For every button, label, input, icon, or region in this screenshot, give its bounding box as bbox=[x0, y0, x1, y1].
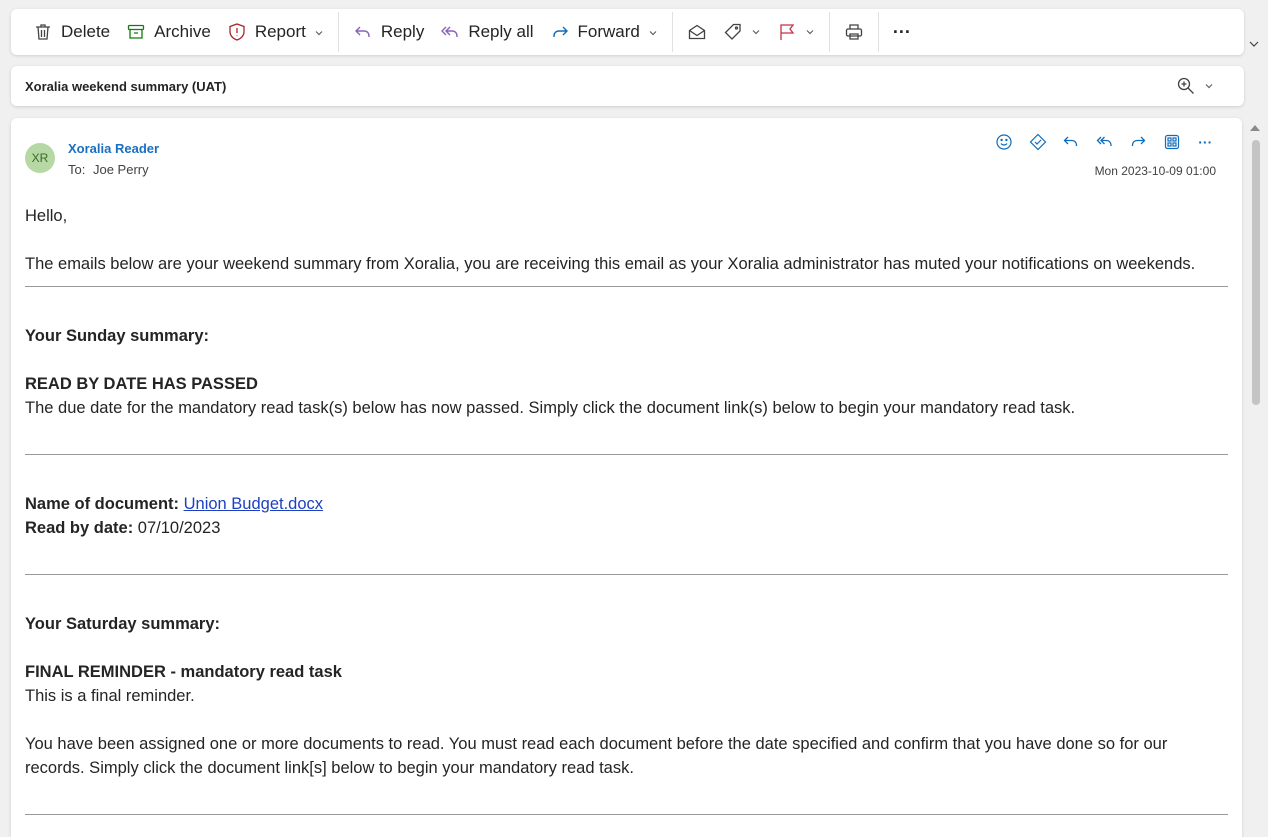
sender-name[interactable]: Xoralia Reader bbox=[68, 141, 159, 156]
chevron-down-icon bbox=[1205, 84, 1213, 89]
reply-all-button[interactable]: Reply all bbox=[432, 16, 541, 48]
apps-icon bbox=[1164, 134, 1179, 150]
shield-icon bbox=[229, 23, 245, 41]
tag-icon bbox=[724, 23, 741, 40]
recipient-line: To: Joe Perry bbox=[68, 162, 153, 177]
vertical-scrollbar[interactable] bbox=[1252, 140, 1260, 405]
sticker-button[interactable] bbox=[1021, 130, 1055, 154]
document-name-label: Name of document: bbox=[25, 495, 180, 513]
message-subject: Xoralia weekend summary (UAT) bbox=[25, 78, 227, 94]
reply-label: Reply bbox=[380, 22, 425, 41]
forward-button-small[interactable] bbox=[1122, 130, 1156, 154]
message-body: Hello, The emails below are your weekend… bbox=[25, 204, 1228, 828]
subject-bar: Xoralia weekend summary (UAT) bbox=[11, 66, 1244, 106]
zoom-icon bbox=[1177, 77, 1194, 94]
more-actions-button[interactable]: ··· bbox=[885, 16, 919, 48]
message-actions: ··· bbox=[988, 130, 1223, 154]
greeting: Hello, bbox=[25, 207, 68, 225]
reply-button[interactable]: Reply bbox=[345, 16, 432, 48]
reply-all-icon bbox=[1096, 136, 1112, 146]
trash-icon bbox=[36, 24, 50, 40]
saturday-text-1: This is a final reminder. bbox=[25, 687, 195, 705]
read-by-label: Read by date: bbox=[25, 519, 134, 537]
reply-button-small[interactable] bbox=[1055, 130, 1089, 154]
reply-all-button-small[interactable] bbox=[1088, 130, 1122, 154]
to-prefix: To: bbox=[68, 162, 86, 177]
forward-button[interactable]: Forward bbox=[542, 16, 666, 48]
reply-icon bbox=[1063, 136, 1078, 146]
toolbar-divider bbox=[828, 12, 830, 52]
report-label: Report bbox=[254, 22, 306, 41]
recipient-name[interactable]: Joe Perry bbox=[93, 162, 149, 177]
divider bbox=[25, 454, 1228, 455]
message-card: XR Xoralia Reader To: Joe Perry ··· Mon … bbox=[11, 118, 1242, 837]
archive-label: Archive bbox=[154, 22, 211, 41]
saturday-title: FINAL REMINDER - mandatory read task bbox=[25, 663, 342, 681]
message-more-button[interactable]: ··· bbox=[1189, 130, 1223, 154]
forward-icon bbox=[552, 26, 568, 37]
reply-icon bbox=[354, 26, 370, 37]
sticker-icon bbox=[1029, 133, 1047, 151]
chevron-down-icon bbox=[315, 31, 323, 36]
delete-label: Delete bbox=[61, 22, 111, 41]
sunday-title: READ BY DATE HAS PASSED bbox=[25, 375, 258, 393]
zoom-button[interactable] bbox=[1176, 76, 1214, 96]
flag-icon bbox=[780, 24, 795, 40]
chevron-down-icon bbox=[752, 30, 760, 35]
categorize-button[interactable] bbox=[715, 16, 769, 48]
more-icon: ··· bbox=[1198, 134, 1213, 150]
read-by-date: 07/10/2023 bbox=[137, 519, 221, 537]
sunday-text: The due date for the mandatory read task… bbox=[25, 399, 1076, 417]
toolbar-divider bbox=[337, 12, 339, 52]
avatar[interactable]: XR bbox=[25, 143, 55, 173]
delete-button[interactable]: Delete bbox=[25, 16, 118, 48]
ribbon-collapse-icon[interactable] bbox=[1248, 38, 1260, 50]
archive-button[interactable]: Archive bbox=[118, 16, 219, 48]
chevron-down-icon bbox=[806, 30, 814, 35]
intro-paragraph: The emails below are your weekend summar… bbox=[25, 255, 1196, 273]
message-date: Mon 2023-10-09 01:00 bbox=[1094, 164, 1216, 178]
command-toolbar: Delete Archive Report Reply Reply all Fo… bbox=[11, 9, 1244, 55]
emoji-icon bbox=[996, 134, 1012, 150]
chevron-down-icon bbox=[649, 31, 657, 36]
divider bbox=[25, 286, 1228, 287]
envelope-open-icon bbox=[688, 24, 706, 40]
archive-icon bbox=[127, 24, 145, 39]
scroll-up-icon[interactable] bbox=[1250, 125, 1260, 131]
printer-icon bbox=[845, 24, 863, 40]
saturday-text-2: You have been assigned one or more docum… bbox=[25, 735, 1168, 777]
forward-icon bbox=[1132, 136, 1146, 146]
flag-button[interactable] bbox=[769, 16, 823, 48]
sunday-heading: Your Sunday summary: bbox=[25, 327, 209, 345]
document-link[interactable]: Union Budget.docx bbox=[184, 495, 323, 513]
apps-button[interactable] bbox=[1155, 130, 1189, 154]
more-icon: ··· bbox=[892, 21, 911, 42]
react-button[interactable] bbox=[988, 130, 1022, 154]
toolbar-divider bbox=[877, 12, 879, 52]
toolbar-divider bbox=[671, 12, 673, 52]
reply-all-label: Reply all bbox=[468, 22, 534, 41]
print-button[interactable] bbox=[836, 16, 872, 48]
read-by-line: Read by date: 07/10/2023 bbox=[25, 516, 1228, 540]
saturday-heading: Your Saturday summary: bbox=[25, 615, 221, 633]
divider bbox=[25, 574, 1228, 575]
divider bbox=[25, 814, 1228, 815]
document-name-line: Name of document: Union Budget.docx bbox=[25, 492, 1228, 516]
forward-label: Forward bbox=[577, 22, 640, 41]
reply-all-icon bbox=[441, 26, 459, 37]
report-button[interactable]: Report bbox=[219, 16, 332, 48]
mark-read-button[interactable] bbox=[679, 16, 715, 48]
